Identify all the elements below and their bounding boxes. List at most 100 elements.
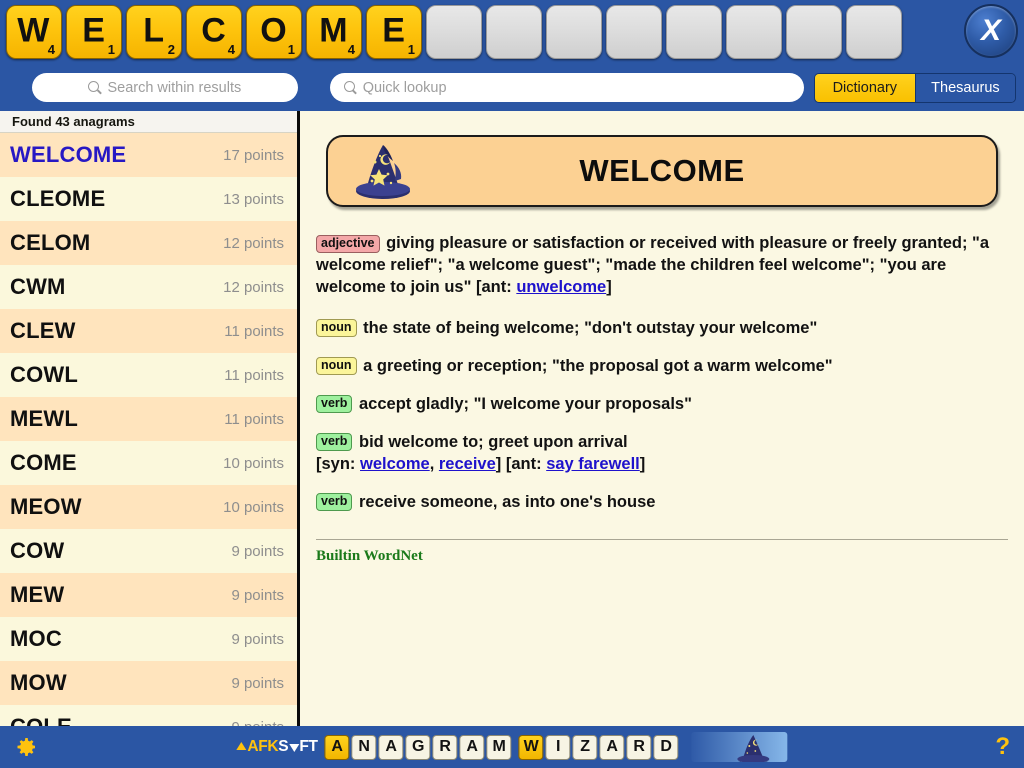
brand-suffix-ft: FT: [299, 738, 318, 755]
table-row[interactable]: COW 9 points: [0, 529, 297, 573]
letter-tile-glyph: E: [82, 11, 105, 50]
empty-tile-slot[interactable]: [726, 5, 782, 59]
letter-tile[interactable]: E1: [66, 5, 122, 59]
result-points: 12 points: [223, 278, 284, 296]
letter-tile[interactable]: O1: [246, 5, 302, 59]
synonym-prefix: [syn:: [316, 454, 361, 473]
table-row[interactable]: MEW 9 points: [0, 573, 297, 617]
result-word: MOC: [10, 626, 62, 651]
related-word-link[interactable]: unwelcome: [516, 278, 606, 296]
clear-tiles-button[interactable]: X: [964, 4, 1018, 58]
triangle-down-icon: [288, 744, 299, 752]
search-within-results-placeholder: Search within results: [107, 79, 242, 96]
empty-tile-slot[interactable]: [486, 5, 542, 59]
wizard-hat-badge-icon: [691, 732, 788, 764]
definition-sense: verb receive someone, as into one's hous…: [316, 492, 1008, 514]
result-word: CELOM: [10, 230, 91, 255]
letter-tile-points: 4: [347, 42, 355, 57]
letter-tile[interactable]: C4: [186, 5, 242, 59]
results-list[interactable]: WELCOME 17 points CLEOME 13 points CELOM 12 p…: [0, 133, 297, 726]
result-word: CLEW: [10, 318, 76, 343]
brand-letter-tile: I: [545, 734, 571, 760]
letter-tile-points: 1: [407, 42, 415, 57]
definition-tail: ]: [639, 454, 646, 473]
wizard-hat-icon: [350, 141, 416, 205]
results-panel: Found 43 anagrams WELCOME 17 points CLEOME…: [0, 111, 300, 726]
tile-rack-slots: W4E1L2C4O1M4E1: [6, 5, 902, 59]
table-row[interactable]: MEWL 11 points: [0, 397, 297, 441]
empty-tile-slot[interactable]: [606, 5, 662, 59]
table-row[interactable]: CLEOME 13 points: [0, 177, 297, 221]
tab-thesaurus[interactable]: Thesaurus: [914, 73, 1015, 102]
empty-tile-slot[interactable]: [546, 5, 602, 59]
table-row[interactable]: MOW 9 points: [0, 661, 297, 705]
part-of-speech-badge: verb: [316, 433, 353, 452]
table-row[interactable]: WELCOME 17 points: [0, 133, 297, 177]
definition-sense: adjective giving pleasure or satisfactio…: [316, 233, 1008, 299]
help-button[interactable]: ?: [995, 733, 1010, 761]
bottom-toolbar: AFK S FT ANAGRAM WIZARD ?: [0, 726, 1024, 768]
tab-dictionary[interactable]: Dictionary: [814, 73, 915, 102]
table-row[interactable]: CWM 12 points: [0, 265, 297, 309]
letter-tile[interactable]: W4: [6, 5, 62, 59]
empty-tile-slot[interactable]: [846, 5, 902, 59]
brand-suffix-s: S: [278, 738, 289, 755]
table-row[interactable]: COWL 11 points: [0, 353, 297, 397]
letter-tile-glyph: M: [319, 11, 348, 50]
letter-tile-glyph: C: [201, 11, 226, 50]
triangle-up-icon: [236, 742, 247, 750]
tile-rack: W4E1L2C4O1M4E1 X: [0, 0, 1024, 64]
search-within-results-field[interactable]: Search within results: [32, 73, 298, 102]
letter-tile-points: 1: [107, 42, 115, 57]
table-row[interactable]: MEOW 10 points: [0, 485, 297, 529]
result-word: MEWL: [10, 406, 79, 431]
empty-tile-slot[interactable]: [426, 5, 482, 59]
search-icon: [88, 81, 101, 94]
definition-panel: WELCOME adjective giving pleasure or sat…: [300, 111, 1024, 726]
table-row[interactable]: MOC 9 points: [0, 617, 297, 661]
result-points: 11 points: [224, 322, 284, 340]
settings-gear-icon[interactable]: [14, 735, 38, 759]
letter-tile-glyph: W: [17, 11, 50, 50]
table-row[interactable]: COME 10 points: [0, 441, 297, 485]
brand-word-anagram: ANAGRAM: [324, 734, 512, 760]
definition-text: a greeting or reception; "the proposal g…: [358, 356, 833, 375]
result-word: MEW: [10, 582, 65, 607]
synonym-link[interactable]: receive: [439, 455, 496, 473]
result-word: CWM: [10, 274, 66, 299]
letter-tile-glyph: O: [260, 11, 287, 50]
result-points: 9 points: [231, 719, 284, 727]
antonym-link[interactable]: say farewell: [546, 455, 640, 473]
reference-mode-toggle: Dictionary Thesaurus: [813, 72, 1016, 103]
definition-text: bid welcome to; greet upon arrival: [354, 432, 628, 451]
result-points: 11 points: [224, 366, 284, 384]
result-points: 12 points: [223, 234, 284, 252]
definition-sense: verb bid welcome to; greet upon arrival […: [316, 432, 646, 473]
empty-tile-slot[interactable]: [666, 5, 722, 59]
brand-letter-tile: A: [599, 734, 625, 760]
table-row[interactable]: CELOM 12 points: [0, 221, 297, 265]
brand-letter-tile: R: [626, 734, 652, 760]
table-row[interactable]: CLEW 11 points: [0, 309, 297, 353]
page-title: WELCOME: [579, 153, 745, 188]
definition-text: receive someone, as into one's house: [354, 492, 656, 511]
brand-letter-tile: A: [378, 734, 404, 760]
letter-tile[interactable]: M4: [306, 5, 362, 59]
result-word: CLEOME: [10, 186, 106, 211]
brand-letter-tile: R: [432, 734, 458, 760]
brand-word-wizard: WIZARD: [518, 734, 679, 760]
result-word: COW: [10, 538, 65, 563]
empty-tile-slot[interactable]: [786, 5, 842, 59]
result-word: COME: [10, 450, 77, 475]
result-points: 9 points: [231, 586, 284, 604]
letter-tile[interactable]: E1: [366, 5, 422, 59]
result-points: 11 points: [224, 410, 284, 428]
letter-tile[interactable]: L2: [126, 5, 182, 59]
table-row[interactable]: COLE 9 points: [0, 705, 297, 726]
result-points: 9 points: [231, 630, 284, 648]
letter-tile-glyph: L: [143, 11, 164, 50]
synonym-link[interactable]: welcome: [360, 455, 430, 473]
result-word: WELCOME: [10, 142, 127, 167]
result-points: 10 points: [223, 454, 284, 472]
quick-lookup-field[interactable]: Quick lookup: [329, 73, 804, 102]
